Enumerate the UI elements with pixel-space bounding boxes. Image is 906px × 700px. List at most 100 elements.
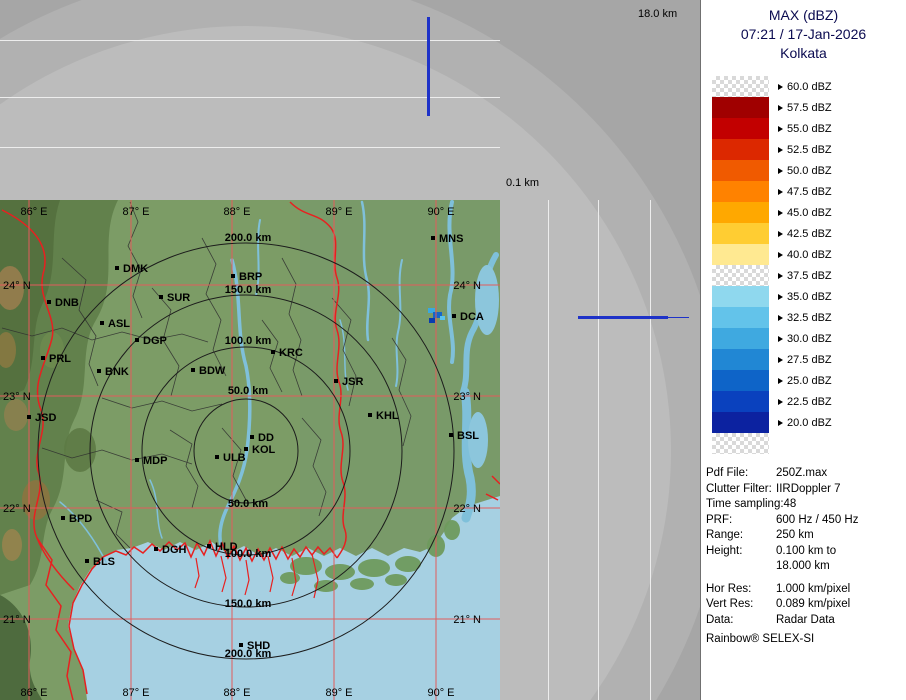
legend-swatch	[712, 139, 769, 160]
lat-label: 22° N	[453, 503, 481, 515]
legend-row: 40.0 dBZ	[712, 244, 906, 265]
legend-label: 22.5 dBZ	[778, 396, 832, 408]
range-ring-label: 200.0 km	[225, 648, 272, 660]
height-axis-max-label: 18.0 km	[638, 8, 677, 20]
legend-label: 47.5 dBZ	[778, 186, 832, 198]
city-marker	[191, 368, 195, 372]
city-label: DGH	[162, 544, 187, 556]
legend-row: 52.5 dBZ	[712, 139, 906, 160]
city-marker	[215, 455, 219, 459]
lon-label: 88° E	[223, 206, 250, 218]
legend-swatch	[712, 370, 769, 391]
city-label: DGP	[143, 335, 167, 347]
city-label: KOL	[252, 444, 276, 456]
city-marker	[231, 274, 235, 278]
metadata-value: Radar Data	[776, 613, 835, 629]
legend-tick-arrow-icon	[778, 105, 783, 111]
metadata-row: PRF:600 Hz / 450 Hz	[706, 513, 906, 529]
city-marker	[244, 447, 248, 451]
legend-tick-arrow-icon	[778, 420, 783, 426]
metadata-value: IIRDoppler 7	[776, 482, 841, 498]
legend-label: 25.0 dBZ	[778, 375, 832, 387]
city-label: BNK	[105, 366, 129, 378]
height-gridline	[0, 147, 500, 148]
city-marker	[27, 415, 31, 419]
city-marker	[47, 300, 51, 304]
product-header: MAX (dBZ) 07:21 / 17-Jan-2026 Kolkata	[701, 6, 906, 63]
legend-label: 50.0 dBZ	[778, 165, 832, 177]
lon-label: 88° E	[223, 687, 250, 699]
city-label: ASL	[108, 318, 130, 330]
legend-row: 47.5 dBZ	[712, 181, 906, 202]
metadata-label: PRF:	[706, 513, 776, 529]
legend-swatch	[712, 160, 769, 181]
legend-row: 25.0 dBZ	[712, 370, 906, 391]
lon-label: 86° E	[20, 687, 47, 699]
metadata-value: 18.000 km	[776, 559, 830, 575]
product-title: MAX (dBZ)	[701, 6, 906, 25]
legend-row: 32.5 dBZ	[712, 307, 906, 328]
legend-label: 30.0 dBZ	[778, 333, 832, 345]
legend-swatch	[712, 286, 769, 307]
city-marker	[368, 413, 372, 417]
lon-label: 89° E	[325, 206, 352, 218]
echo-top-projection	[427, 17, 430, 116]
metadata-row: Hor Res:1.000 km/pixel	[706, 582, 906, 598]
legend-tick-arrow-icon	[778, 147, 783, 153]
metadata-row: 18.000 km	[706, 559, 906, 575]
legend-label: 45.0 dBZ	[778, 207, 832, 219]
lat-label: 24° N	[3, 280, 31, 292]
city-marker	[100, 321, 104, 325]
city-label: DMK	[123, 263, 148, 275]
city-label: KRC	[279, 347, 303, 359]
metadata-label: Clutter Filter:	[706, 482, 776, 498]
metadata-value: 0.100 km to	[776, 544, 836, 560]
metadata-label	[706, 559, 776, 575]
legend-swatch	[712, 349, 769, 370]
metadata-label: Height:	[706, 544, 776, 560]
legend-label: 32.5 dBZ	[778, 312, 832, 324]
city-marker	[449, 433, 453, 437]
legend-tick-arrow-icon	[778, 336, 783, 342]
metadata-row: Time sampling:48	[706, 497, 906, 513]
legend-swatch	[712, 76, 769, 97]
legend-row: 57.5 dBZ	[712, 97, 906, 118]
legend-swatch	[712, 433, 769, 454]
lon-label: 90° E	[427, 206, 454, 218]
metadata-row: Pdf File:250Z.max	[706, 466, 906, 482]
lat-label: 23° N	[3, 391, 31, 403]
city-marker	[154, 547, 158, 551]
legend-swatch	[712, 97, 769, 118]
legend-swatch	[712, 118, 769, 139]
city-label: SUR	[167, 292, 190, 304]
metadata-row: Height:0.100 km to	[706, 544, 906, 560]
city-marker	[250, 435, 254, 439]
legend-tick-arrow-icon	[778, 126, 783, 132]
city-marker	[85, 559, 89, 563]
city-label: DNB	[55, 297, 79, 309]
city-label: JSR	[342, 376, 363, 388]
city-marker	[97, 369, 101, 373]
legend-label: 55.0 dBZ	[778, 123, 832, 135]
legend-swatch	[712, 244, 769, 265]
city-marker	[135, 338, 139, 342]
legend-label: 40.0 dBZ	[778, 249, 832, 261]
lon-label: 87° E	[122, 206, 149, 218]
city-marker	[452, 314, 456, 318]
legend-label: 35.0 dBZ	[778, 291, 832, 303]
legend-swatch	[712, 328, 769, 349]
city-marker	[41, 356, 45, 360]
legend-tick-arrow-icon	[778, 168, 783, 174]
lon-label: 86° E	[20, 206, 47, 218]
metadata-label: Hor Res:	[706, 582, 776, 598]
city-label: BPD	[69, 513, 92, 525]
city-marker	[61, 516, 65, 520]
legend-tick-arrow-icon	[778, 231, 783, 237]
legend-label: 20.0 dBZ	[778, 417, 832, 429]
city-marker	[135, 458, 139, 462]
metadata-value: 250Z.max	[776, 466, 827, 482]
echo-side-projection-tail	[668, 317, 689, 318]
legend-tick-arrow-icon	[778, 252, 783, 258]
city-label: MNS	[439, 233, 463, 245]
legend-swatch	[712, 202, 769, 223]
